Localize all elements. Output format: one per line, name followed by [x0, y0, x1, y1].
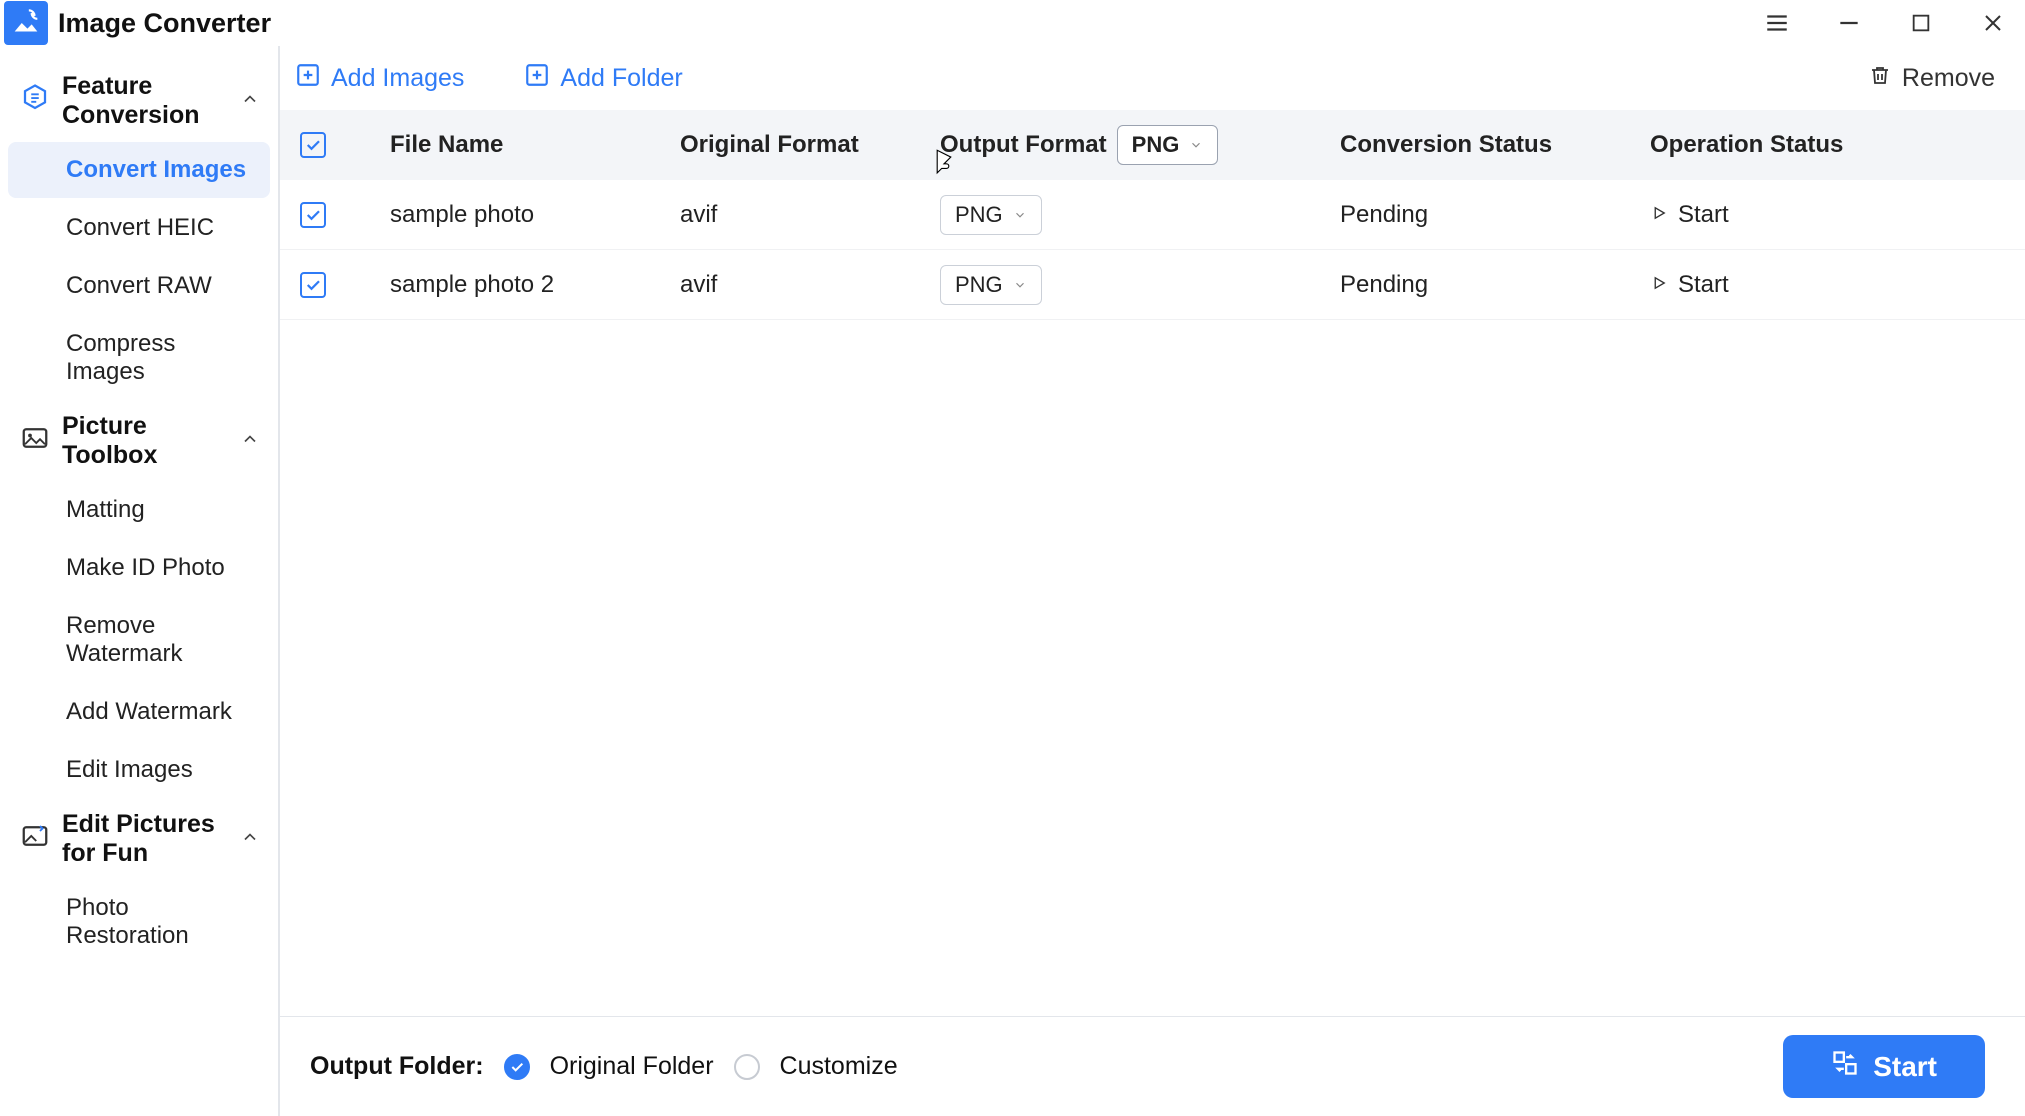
cell-file-name: sample photo 2 — [390, 271, 680, 299]
sidebar-item-remove-watermark[interactable]: Remove Watermark — [8, 598, 270, 682]
sidebar-group-label: Edit Pictures for Fun — [62, 810, 240, 868]
chevron-down-icon — [1013, 202, 1027, 228]
menu-icon[interactable] — [1763, 9, 1791, 37]
sidebar-group-feature-conversion[interactable]: Feature Conversion — [0, 62, 278, 140]
sidebar-group-label: Feature Conversion — [62, 72, 240, 130]
add-folder-label: Add Folder — [560, 64, 682, 93]
chevron-down-icon — [1013, 272, 1027, 298]
sidebar-group-edit-pictures-fun[interactable]: Edit Pictures for Fun — [0, 800, 278, 878]
output-folder-label: Output Folder: — [310, 1052, 484, 1081]
chevron-up-icon — [240, 87, 260, 116]
titlebar: Image Converter — [0, 0, 2025, 46]
cell-conversion-status: Pending — [1340, 271, 1650, 299]
main-panel: Add Images Add Folder Remove File N — [280, 46, 2025, 1116]
start-button[interactable]: Start — [1783, 1035, 1985, 1098]
cell-conversion-status: Pending — [1340, 201, 1650, 229]
radio-customize[interactable] — [734, 1054, 760, 1080]
row-output-format-select[interactable]: PNG — [940, 265, 1042, 305]
titlebar-controls — [1763, 9, 2007, 37]
app-title: Image Converter — [58, 8, 271, 39]
sidebar-item-convert-images[interactable]: Convert Images — [8, 142, 270, 198]
trash-icon — [1868, 63, 1892, 94]
col-original-format: Original Format — [680, 131, 940, 159]
remove-label: Remove — [1902, 64, 1995, 93]
col-operation-status: Operation Status — [1650, 131, 1950, 159]
start-button-label: Start — [1873, 1051, 1937, 1083]
minimize-icon[interactable] — [1835, 9, 1863, 37]
add-folder-button[interactable]: Add Folder — [524, 62, 682, 95]
radio-original-folder[interactable] — [504, 1054, 530, 1080]
row-start-button[interactable]: Start — [1650, 271, 1950, 299]
sidebar-item-convert-heic[interactable]: Convert HEIC — [8, 200, 270, 256]
radio-original-folder-label: Original Folder — [550, 1052, 714, 1081]
add-images-button[interactable]: Add Images — [295, 62, 464, 95]
table-row: sample photo avif PNG Pending Start — [280, 180, 2025, 250]
cell-original-format: avif — [680, 271, 940, 299]
sidebar-group-picture-toolbox[interactable]: Picture Toolbox — [0, 402, 278, 480]
row-start-button[interactable]: Start — [1650, 201, 1950, 229]
toolbox-icon — [20, 423, 50, 460]
maximize-icon[interactable] — [1907, 9, 1935, 37]
add-image-icon — [295, 62, 321, 95]
table-header-row: File Name Original Format Output Format … — [280, 110, 2025, 180]
row-checkbox[interactable] — [300, 202, 326, 228]
table-row: sample photo 2 avif PNG Pending Start — [280, 250, 2025, 320]
chevron-down-icon — [1189, 132, 1203, 158]
radio-customize-label: Customize — [780, 1052, 898, 1081]
col-file-name: File Name — [390, 131, 680, 159]
sidebar: Feature Conversion Convert Images Conver… — [0, 46, 280, 1116]
col-output-format: Output Format PNG — [940, 125, 1340, 165]
chevron-up-icon — [240, 825, 260, 854]
sidebar-item-photo-restoration[interactable]: Photo Restoration — [8, 880, 270, 964]
close-icon[interactable] — [1979, 9, 2007, 37]
sidebar-item-edit-images[interactable]: Edit Images — [8, 742, 270, 798]
cell-file-name: sample photo — [390, 201, 680, 229]
sidebar-group-label: Picture Toolbox — [62, 412, 240, 470]
play-icon — [1650, 271, 1668, 299]
file-table: File Name Original Format Output Format … — [280, 110, 2025, 1016]
add-images-label: Add Images — [331, 64, 464, 93]
select-all-checkbox[interactable] — [300, 132, 326, 158]
conversion-icon — [20, 83, 50, 120]
chevron-up-icon — [240, 427, 260, 456]
titlebar-left: Image Converter — [4, 1, 271, 45]
footer: Output Folder: Original Folder Customize… — [280, 1016, 2025, 1116]
sidebar-item-compress-images[interactable]: Compress Images — [8, 316, 270, 400]
remove-button[interactable]: Remove — [1868, 63, 1995, 94]
play-icon — [1650, 201, 1668, 229]
app-logo — [4, 1, 48, 45]
sidebar-item-matting[interactable]: Matting — [8, 482, 270, 538]
fun-icon — [20, 821, 50, 858]
sidebar-item-add-watermark[interactable]: Add Watermark — [8, 684, 270, 740]
toolbar: Add Images Add Folder Remove — [280, 46, 2025, 110]
sidebar-item-make-id-photo[interactable]: Make ID Photo — [8, 540, 270, 596]
row-output-format-select[interactable]: PNG — [940, 195, 1042, 235]
add-folder-icon — [524, 62, 550, 95]
convert-icon — [1831, 1049, 1859, 1084]
col-conversion-status: Conversion Status — [1340, 131, 1650, 159]
sidebar-item-convert-raw[interactable]: Convert RAW — [8, 258, 270, 314]
header-output-format-select[interactable]: PNG — [1117, 125, 1219, 165]
row-checkbox[interactable] — [300, 272, 326, 298]
cell-original-format: avif — [680, 201, 940, 229]
